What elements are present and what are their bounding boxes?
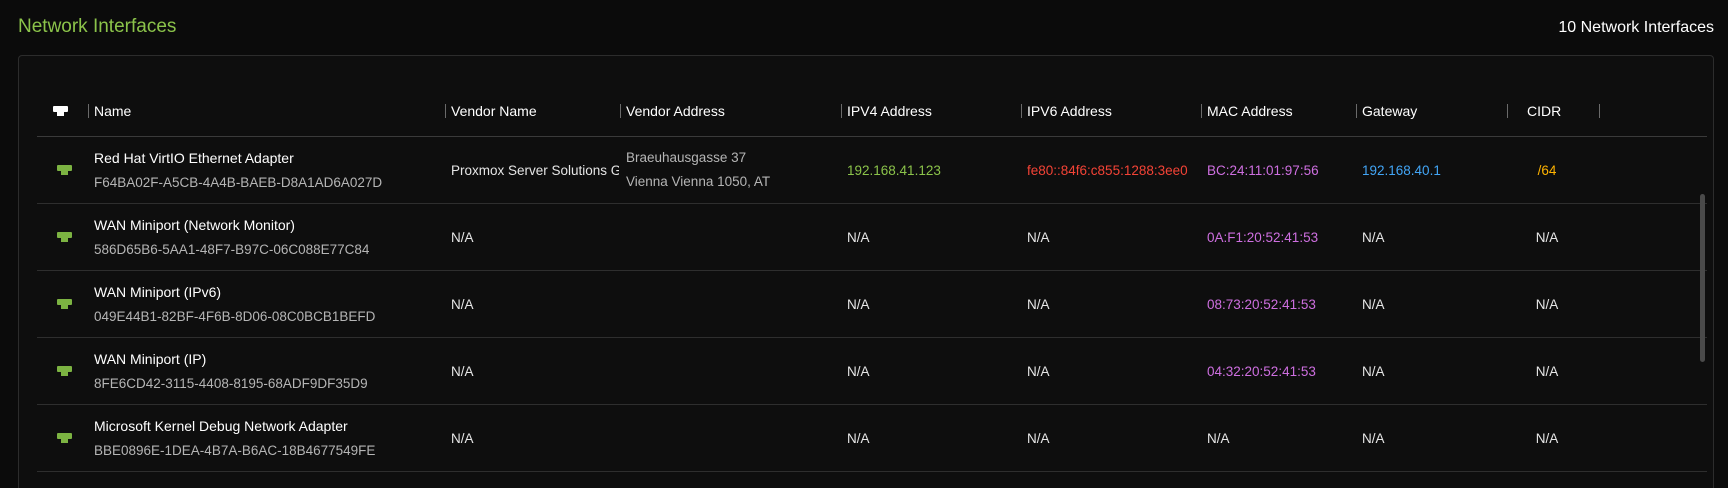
gateway-cell: N/A [1362,430,1385,446]
ethernet-icon [57,366,72,376]
vendor-address-cell [626,405,841,471]
row-icon-cell [57,271,72,337]
vendor-address-cell: Braeuhausgasse 37 Vienna Vienna 1050, AT [626,137,841,203]
cidr-cell: /64 [1537,162,1557,178]
row-icon-cell [57,405,72,471]
interface-name: Microsoft Kernel Debug Network Adapter [94,417,348,434]
vendor-address-cell [626,271,841,337]
column-header-vendor-name[interactable]: Vendor Name [445,84,537,137]
row-icon-cell [57,137,72,203]
ipv6-cell: N/A [1027,430,1050,446]
interface-name: WAN Miniport (IPv6) [94,283,222,300]
interface-guid: F64BA02F-A5CB-4A4B-BAEB-D8A1AD6A027D [94,174,383,190]
column-header-mac[interactable]: MAC Address [1201,84,1293,137]
ipv6-cell: fe80::84f6:c855:1288:3ee0 [1027,162,1188,178]
vendor-address-cell [626,338,841,404]
cidr-cell: N/A [1535,229,1559,245]
interface-guid: 586D65B6-5AA1-48F7-B97C-06C088E77C84 [94,241,370,257]
column-header-name[interactable]: Name [88,84,131,137]
cidr-cell: N/A [1535,363,1559,379]
ipv6-cell: N/A [1027,229,1050,245]
table-row[interactable]: WAN Miniport (Network Monitor) 586D65B6-… [37,204,1707,271]
table-row[interactable]: WAN Miniport (IP) 8FE6CD42-3115-4408-819… [37,338,1707,405]
interface-name: WAN Miniport (IP) [94,350,207,367]
table-body: Red Hat VirtIO Ethernet Adapter F64BA02F… [37,137,1707,472]
interface-name: Red Hat VirtIO Ethernet Adapter [94,149,294,166]
name-cell: WAN Miniport (IP) 8FE6CD42-3115-4408-819… [94,338,439,404]
interface-guid: BBE0896E-1DEA-4B7A-B6AC-18B4677549FE [94,442,376,458]
column-header-ipv4[interactable]: IPV4 Address [841,84,932,137]
row-icon-cell [57,338,72,404]
vendor-name-cell: N/A [451,363,474,379]
vendor-address-line1: Braeuhausgasse 37 [626,150,747,165]
table-header: Name Vendor Name Vendor Address IPV4 Add… [37,84,1707,137]
page-header: Network Interfaces 10 Network Interfaces [18,14,1714,44]
ipv6-cell: N/A [1027,296,1050,312]
gateway-cell: N/A [1362,363,1385,379]
ethernet-icon [57,232,72,242]
column-header-cidr[interactable]: CIDR [1507,84,1561,137]
ethernet-icon [57,165,72,175]
column-header-ipv6[interactable]: IPV6 Address [1021,84,1112,137]
ethernet-icon [57,299,72,309]
gateway-cell: N/A [1362,296,1385,312]
mac-cell: N/A [1207,430,1230,446]
vendor-address-line2: Vienna Vienna 1050, AT [626,174,771,189]
ipv4-cell: 192.168.41.123 [847,162,941,178]
interface-guid: 049E44B1-82BF-4F6B-8D06-08C0BCB1BEFD [94,308,376,324]
interfaces-table: Name Vendor Name Vendor Address IPV4 Add… [37,84,1707,472]
name-cell: Red Hat VirtIO Ethernet Adapter F64BA02F… [94,137,439,203]
table-row[interactable]: WAN Miniport (IPv6) 049E44B1-82BF-4F6B-8… [37,271,1707,338]
gateway-cell: N/A [1362,229,1385,245]
row-icon-cell [57,204,72,270]
ethernet-icon [53,105,68,116]
ipv6-cell: N/A [1027,363,1050,379]
vendor-name-cell: N/A [451,296,474,312]
name-cell: WAN Miniport (IPv6) 049E44B1-82BF-4F6B-8… [94,271,439,337]
ipv4-cell: N/A [847,296,870,312]
ipv4-cell: N/A [847,229,870,245]
gateway-cell: 192.168.40.1 [1362,162,1441,178]
vendor-name-cell: N/A [451,229,474,245]
vendor-name-cell: N/A [451,430,474,446]
mac-cell: 0A:F1:20:52:41:53 [1207,229,1319,245]
name-cell: WAN Miniport (Network Monitor) 586D65B6-… [94,204,439,270]
vendor-name-cell: Proxmox Server Solutions Gm [451,162,619,178]
interface-guid: 8FE6CD42-3115-4408-8195-68ADF9DF35D9 [94,375,368,391]
mac-cell: 08:73:20:52:41:53 [1207,296,1316,312]
table-row[interactable]: Microsoft Kernel Debug Network Adapter B… [37,405,1707,472]
table-row[interactable]: Red Hat VirtIO Ethernet Adapter F64BA02F… [37,137,1707,204]
interface-count: 10 Network Interfaces [1558,19,1714,36]
column-header-vendor-address[interactable]: Vendor Address [620,84,725,137]
vendor-address-cell [626,204,841,270]
name-cell: Microsoft Kernel Debug Network Adapter B… [94,405,439,471]
cidr-cell: N/A [1535,296,1559,312]
cidr-cell: N/A [1535,430,1559,446]
mac-cell: BC:24:11:01:97:56 [1207,162,1319,178]
mac-cell: 04:32:20:52:41:53 [1207,363,1316,379]
ipv4-cell: N/A [847,430,870,446]
ethernet-icon [57,433,72,443]
scrollbar[interactable] [1700,194,1705,362]
header-icon-column [53,84,68,137]
column-header-gateway[interactable]: Gateway [1356,84,1417,137]
interfaces-panel: Name Vendor Name Vendor Address IPV4 Add… [18,55,1714,488]
ipv4-cell: N/A [847,363,870,379]
page-title: Network Interfaces [18,16,177,37]
interface-name: WAN Miniport (Network Monitor) [94,216,295,233]
